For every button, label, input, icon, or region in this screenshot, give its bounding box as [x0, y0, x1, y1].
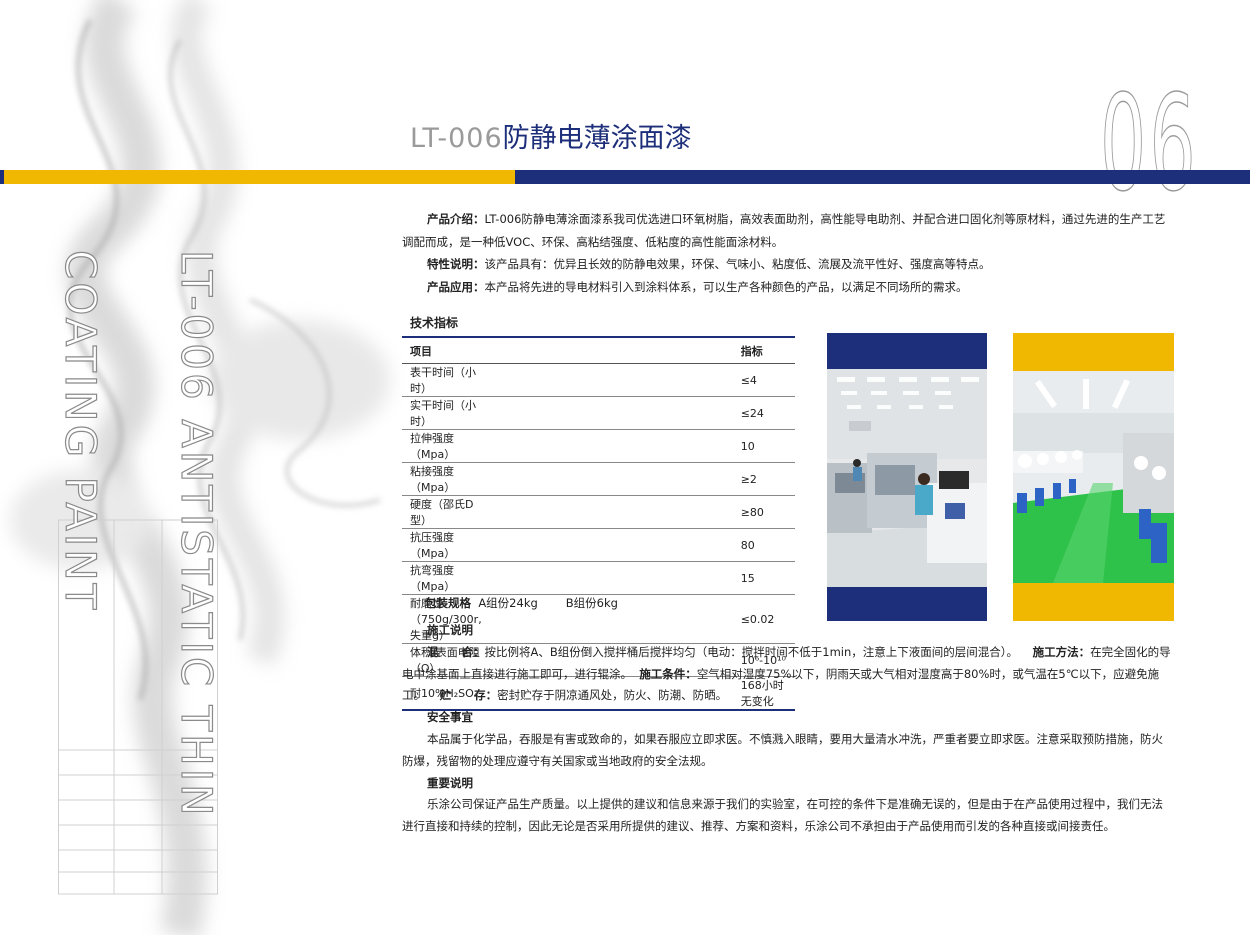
intro-text: LT-006防静电薄涂面漆系我司优选进口环氧树脂，高效表面助剂，高性能导电助剂、… [402, 212, 1166, 249]
feature-paragraph: 特性说明：该产品具有：优异且长效的防静电效果，环保、气味小、粘度低、流展及流平性… [402, 253, 1174, 276]
spec-value: ≤24 [489, 396, 795, 430]
spec-item: 实干时间（小时） [402, 396, 490, 430]
spec-item: 拉伸强度（Mpa） [402, 429, 490, 463]
table-row: 粘接强度（Mpa） ≥2 [402, 462, 795, 496]
packing-spec: 包装规格 A组份24kg B组份6kg [425, 595, 618, 611]
band-edge-mark [0, 170, 4, 184]
application-text: 本产品将先进的导电材料引入到涂料体系，可以生产各种颜色的产品，以满足不同场所的需… [484, 279, 968, 294]
factory-photo-1 [827, 333, 987, 621]
page-number: 06 [1100, 67, 1199, 221]
spec-header-row: 项目 指标 [402, 336, 795, 364]
important-text: 乐涂公司保证产品生产质量。以上提供的建议和信息来源于我们的实验室，在可控的条件下… [402, 797, 1163, 834]
table-row: 拉伸强度（Mpa） 10 [402, 429, 795, 463]
table-row: 硬度（邵氏D型） ≥80 [402, 495, 795, 529]
spec-value: 10 [489, 429, 795, 463]
factory-photo-2 [1013, 333, 1174, 621]
spec-value: 80 [489, 528, 795, 562]
spec-value: ≤4 [489, 363, 795, 397]
application-label: 产品应用： [427, 279, 485, 294]
safety-text: 本品属于化学品，吞服是有害或致命的，如果吞服应立即求医。不慎溅入眼睛，要用大量清… [402, 731, 1163, 768]
spec-item: 抗弯强度（Mpa） [402, 561, 490, 595]
safety-heading: 安全事宜 [427, 710, 473, 725]
spec-item: 表干时间（小时） [402, 363, 490, 397]
packing-a: A组份24kg [478, 596, 538, 610]
table-row: 实干时间（小时） ≤24 [402, 396, 795, 430]
instructions: 施工说明 混 合：按比例将A、B组份倒入搅拌桶后搅拌均匀（电动：搅拌时间不低于1… [402, 620, 1174, 838]
storage-text: 密封贮存于阴凉通风处，防火、防潮、防晒。 [497, 688, 728, 703]
vertical-english-title: LT-006 ANTISTATIC THIN COATING PAINT [55, 249, 222, 895]
factory-photo-2-image [1013, 333, 1174, 621]
important-heading: 重要说明 [427, 775, 473, 790]
packing-b: B组份6kg [565, 596, 618, 610]
spec-value: ≥2 [489, 462, 795, 496]
spec-value: 15 [489, 561, 795, 595]
packing-label: 包装规格 [425, 596, 471, 610]
table-row: 表干时间（小时） ≤4 [402, 363, 795, 397]
vertical-title-line1: LT-006 ANTISTATIC THIN [171, 249, 221, 819]
spec-item: 粘接强度（Mpa） [402, 462, 490, 496]
factory-photo-1-image [827, 333, 987, 621]
table-row: 抗弯强度（Mpa） 15 [402, 561, 795, 595]
intro-paragraph: 产品介绍：LT-006防静电薄涂面漆系我司优选进口环氧树脂，高效表面助剂，高性能… [402, 208, 1174, 253]
construction-heading: 施工说明 [427, 623, 473, 637]
feature-text: 该产品具有：优异且长效的防静电效果，环保、气味小、粘度低、流展及流平性好、强度高… [484, 257, 991, 271]
spec-col-item: 项目 [402, 336, 490, 364]
intro-label: 产品介绍： [427, 212, 485, 226]
vertical-title-line2: COATING PAINT [55, 249, 105, 613]
product-name: 防静电薄涂面漆 [502, 123, 692, 154]
application-paragraph: 产品应用：本产品将先进的导电材料引入到涂料体系，可以生产各种颜色的产品，以满足不… [402, 276, 1174, 299]
method-label: 施工方法： [1032, 644, 1091, 659]
navy-band [515, 170, 1250, 184]
table-row: 抗压强度（Mpa） 80 [402, 528, 795, 562]
gold-band [0, 170, 515, 184]
spec-col-value: 指标 [489, 336, 795, 364]
condition-label: 施工条件： [639, 666, 697, 681]
spec-heading: 技术指标 [410, 316, 459, 330]
spec-value: ≥80 [489, 495, 795, 529]
product-code: LT-006 [410, 123, 503, 154]
feature-label: 特性说明： [427, 257, 485, 271]
storage-label: 贮 存： [439, 688, 498, 703]
page-title: LT-006防静电薄涂面漆 [410, 122, 692, 156]
spec-item: 抗压强度（Mpa） [402, 528, 490, 562]
product-intro: 产品介绍：LT-006防静电薄涂面漆系我司优选进口环氧树脂，高效表面助剂，高性能… [402, 208, 1174, 298]
spec-item: 硬度（邵氏D型） [402, 495, 490, 529]
construction-paragraph: 混 合：按比例将A、B组份倒入搅拌桶后搅拌均匀（电动：搅拌时间不低于1min，注… [402, 642, 1174, 707]
mix-label: 混 合： [427, 644, 485, 659]
mix-text: 按比例将A、B组份倒入搅拌桶后搅拌均匀（电动：搅拌时间不低于1min，注意上下液… [484, 644, 1019, 659]
